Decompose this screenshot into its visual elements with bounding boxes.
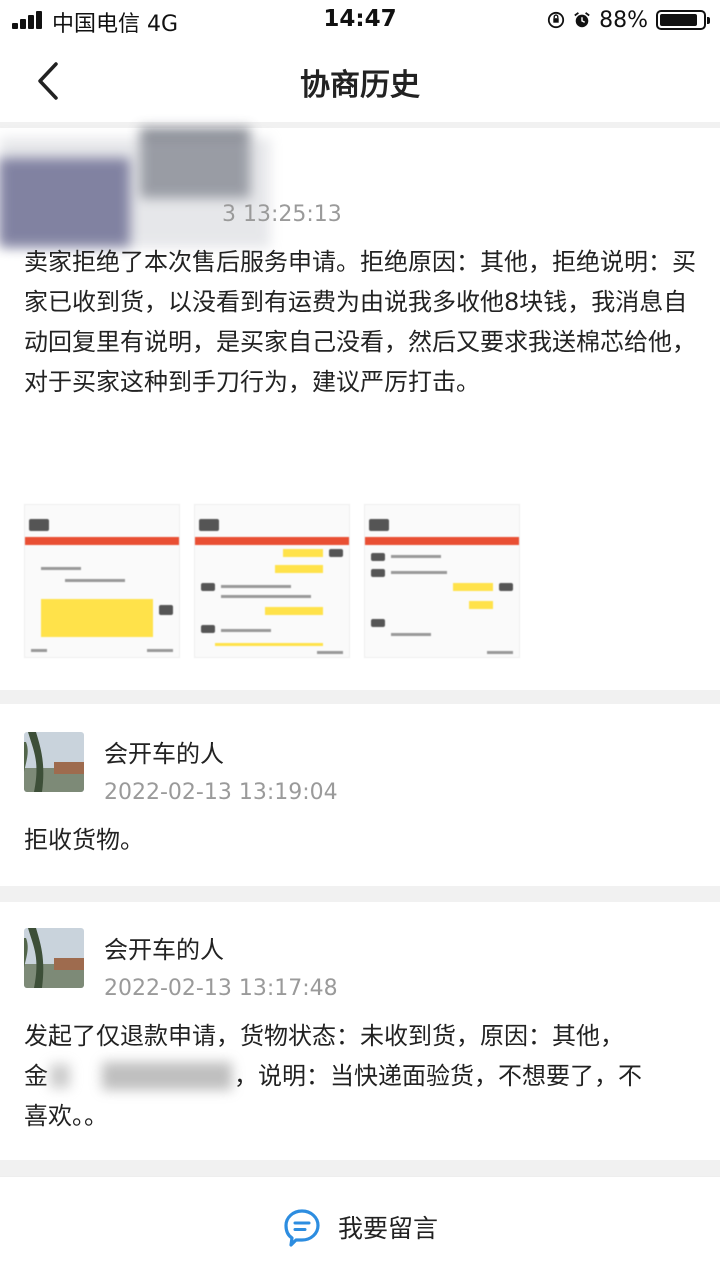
redacted-area <box>50 1064 70 1088</box>
message-fragment: ，说明：当快递面验货，不想要了，不 <box>234 1062 642 1090</box>
avatar[interactable] <box>24 732 84 792</box>
nav-bar: 协商历史 <box>0 40 720 122</box>
message-fragment: 金 <box>24 1062 48 1090</box>
page-title: 协商历史 <box>300 68 420 103</box>
history-entry: 会开车的人 2022-02-13 13:17:48 发起了仅退款申请，货物状态：… <box>0 902 720 1160</box>
user-name: 会开车的人 <box>104 740 224 768</box>
message-line: 金 ，说明：当快递面验货，不想要了，不 <box>24 1056 700 1096</box>
battery-icon <box>656 10 710 30</box>
divider <box>0 690 720 704</box>
status-bar: 中国电信 4G 14:47 88% <box>0 0 720 40</box>
battery-percentage: 88% <box>599 7 648 33</box>
chat-bubble-icon <box>284 1209 320 1247</box>
redacted-area <box>0 138 270 248</box>
message-line: 发起了仅退款申请，货物状态：未收到货，原因：其他， <box>24 1022 624 1050</box>
alarm-icon <box>574 12 590 28</box>
user-name: 会开车的人 <box>104 936 224 964</box>
entry-timestamp: 2022-02-13 13:19:04 <box>104 780 338 805</box>
avatar[interactable] <box>24 928 84 988</box>
orientation-lock-icon <box>547 11 565 29</box>
leave-message-button[interactable]: 我要留言 <box>0 1207 720 1247</box>
attachment-image[interactable] <box>24 504 180 658</box>
message-line: 喜欢。。 <box>24 1102 108 1130</box>
history-entry: 会开车的人 2022-02-13 13:19:04 拒收货物。 <box>0 704 720 886</box>
attachment-image[interactable] <box>194 504 350 658</box>
leave-message-label: 我要留言 <box>337 1214 438 1243</box>
attachment-image[interactable] <box>364 504 520 658</box>
divider <box>0 1160 720 1176</box>
entry-message: 拒收货物。 <box>24 826 144 854</box>
redacted-area <box>102 1062 232 1090</box>
entry-timestamp: 3 13:25:13 <box>222 202 342 227</box>
entry-timestamp: 2022-02-13 13:17:48 <box>104 976 338 1001</box>
comment-bar: 我要留言 <box>0 1176 720 1281</box>
entry-message: 发起了仅退款申请，货物状态：未收到货，原因：其他， 金 ，说明：当快递面验货，不… <box>24 1016 700 1136</box>
divider <box>0 886 720 902</box>
entry-message: 卖家拒绝了本次售后服务申请。拒绝原因：其他，拒绝说明：买家已收到货，以没看到有运… <box>24 248 696 396</box>
